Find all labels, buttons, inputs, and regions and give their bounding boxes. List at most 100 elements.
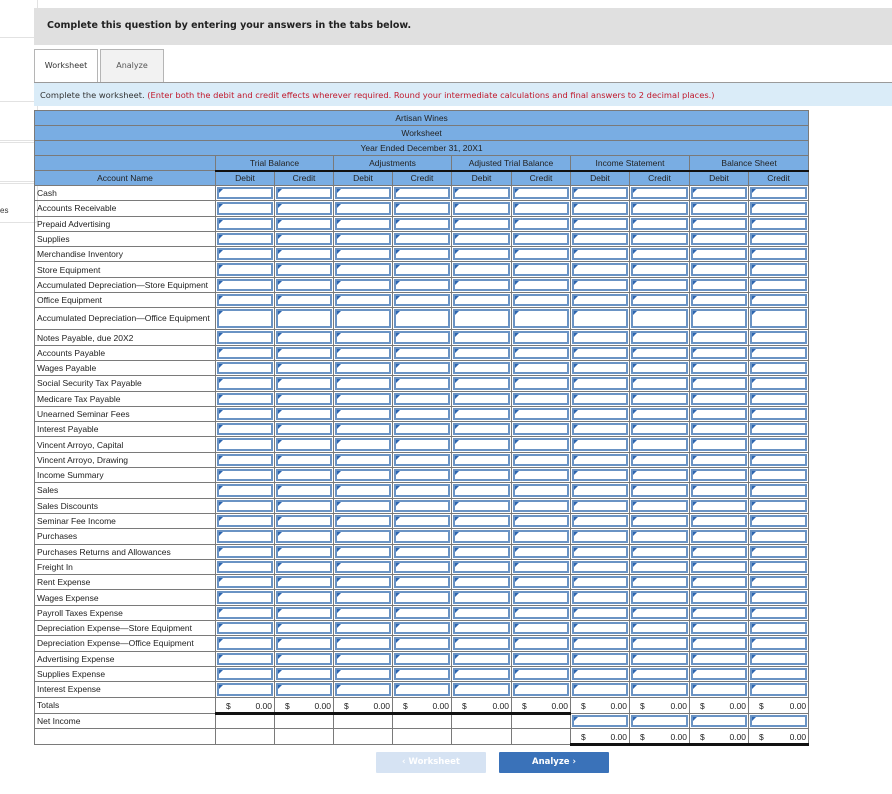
amount-input[interactable]: [453, 622, 510, 635]
amount-input[interactable]: [513, 499, 569, 512]
amount-input[interactable]: [750, 714, 808, 727]
amount-input[interactable]: [335, 294, 391, 307]
amount-input[interactable]: [572, 530, 628, 543]
amount-input[interactable]: [217, 187, 273, 200]
amount-input[interactable]: [394, 606, 450, 620]
amount-input[interactable]: [513, 484, 569, 497]
amount-input[interactable]: [335, 652, 391, 665]
amount-input[interactable]: [691, 294, 747, 307]
amount-input[interactable]: [631, 309, 688, 329]
amount-input[interactable]: [276, 248, 332, 261]
amount-input[interactable]: [335, 377, 391, 390]
amount-input[interactable]: [217, 232, 273, 246]
amount-input[interactable]: [631, 637, 688, 650]
amount-input[interactable]: [513, 591, 569, 604]
amount-input[interactable]: [572, 407, 628, 421]
amount-input[interactable]: [335, 514, 391, 528]
amount-input[interactable]: [276, 278, 332, 292]
amount-input[interactable]: [217, 637, 273, 650]
amount-input[interactable]: [335, 667, 391, 681]
amount-input[interactable]: [453, 309, 510, 329]
amount-input[interactable]: [691, 606, 747, 620]
amount-input[interactable]: [631, 622, 688, 635]
amount-input[interactable]: [691, 591, 747, 604]
amount-input[interactable]: [750, 667, 808, 681]
amount-input[interactable]: [513, 438, 569, 451]
amount-input[interactable]: [513, 392, 569, 405]
amount-input[interactable]: [691, 248, 747, 261]
amount-input[interactable]: [631, 407, 688, 421]
amount-input[interactable]: [691, 217, 747, 230]
amount-input[interactable]: [276, 667, 332, 681]
amount-input[interactable]: [513, 514, 569, 528]
amount-input[interactable]: [453, 248, 510, 261]
amount-input[interactable]: [691, 667, 747, 681]
amount-input[interactable]: [572, 248, 628, 261]
amount-input[interactable]: [217, 377, 273, 390]
amount-input[interactable]: [394, 453, 450, 467]
amount-input[interactable]: [750, 346, 808, 359]
amount-input[interactable]: [631, 591, 688, 604]
amount-input[interactable]: [691, 361, 747, 375]
amount-input[interactable]: [750, 576, 808, 589]
amount-input[interactable]: [572, 606, 628, 620]
amount-input[interactable]: [217, 545, 273, 558]
amount-input[interactable]: [453, 667, 510, 681]
amount-input[interactable]: [572, 438, 628, 451]
amount-input[interactable]: [335, 248, 391, 261]
amount-input[interactable]: [691, 392, 747, 405]
amount-input[interactable]: [335, 591, 391, 604]
amount-input[interactable]: [572, 576, 628, 589]
amount-input[interactable]: [572, 232, 628, 246]
amount-input[interactable]: [631, 377, 688, 390]
amount-input[interactable]: [631, 278, 688, 292]
amount-input[interactable]: [631, 683, 688, 696]
amount-input[interactable]: [453, 346, 510, 359]
amount-input[interactable]: [691, 560, 747, 574]
amount-input[interactable]: [631, 714, 688, 727]
amount-input[interactable]: [691, 263, 747, 276]
amount-input[interactable]: [453, 514, 510, 528]
amount-input[interactable]: [276, 392, 332, 405]
amount-input[interactable]: [691, 346, 747, 359]
amount-input[interactable]: [631, 667, 688, 681]
amount-input[interactable]: [572, 309, 628, 329]
amount-input[interactable]: [453, 202, 510, 215]
amount-input[interactable]: [276, 484, 332, 497]
amount-input[interactable]: [750, 217, 808, 230]
amount-input[interactable]: [691, 377, 747, 390]
amount-input[interactable]: [276, 407, 332, 421]
amount-input[interactable]: [572, 591, 628, 604]
amount-input[interactable]: [276, 637, 332, 650]
amount-input[interactable]: [453, 560, 510, 574]
amount-input[interactable]: [394, 622, 450, 635]
amount-input[interactable]: [750, 407, 808, 421]
amount-input[interactable]: [691, 453, 747, 467]
amount-input[interactable]: [631, 499, 688, 512]
next-analyze-button[interactable]: Analyze ›: [499, 752, 609, 773]
amount-input[interactable]: [217, 263, 273, 276]
amount-input[interactable]: [631, 530, 688, 543]
amount-input[interactable]: [217, 576, 273, 589]
amount-input[interactable]: [631, 576, 688, 589]
amount-input[interactable]: [513, 187, 569, 200]
amount-input[interactable]: [276, 377, 332, 390]
amount-input[interactable]: [335, 576, 391, 589]
amount-input[interactable]: [394, 392, 450, 405]
amount-input[interactable]: [750, 331, 808, 344]
amount-input[interactable]: [631, 331, 688, 344]
amount-input[interactable]: [394, 377, 450, 390]
amount-input[interactable]: [513, 453, 569, 467]
amount-input[interactable]: [453, 423, 510, 436]
amount-input[interactable]: [276, 530, 332, 543]
amount-input[interactable]: [513, 530, 569, 543]
amount-input[interactable]: [631, 361, 688, 375]
amount-input[interactable]: [691, 232, 747, 246]
amount-input[interactable]: [217, 309, 273, 329]
amount-input[interactable]: [631, 453, 688, 467]
amount-input[interactable]: [691, 438, 747, 451]
amount-input[interactable]: [453, 469, 510, 482]
amount-input[interactable]: [394, 294, 450, 307]
amount-input[interactable]: [572, 652, 628, 665]
amount-input[interactable]: [750, 560, 808, 574]
